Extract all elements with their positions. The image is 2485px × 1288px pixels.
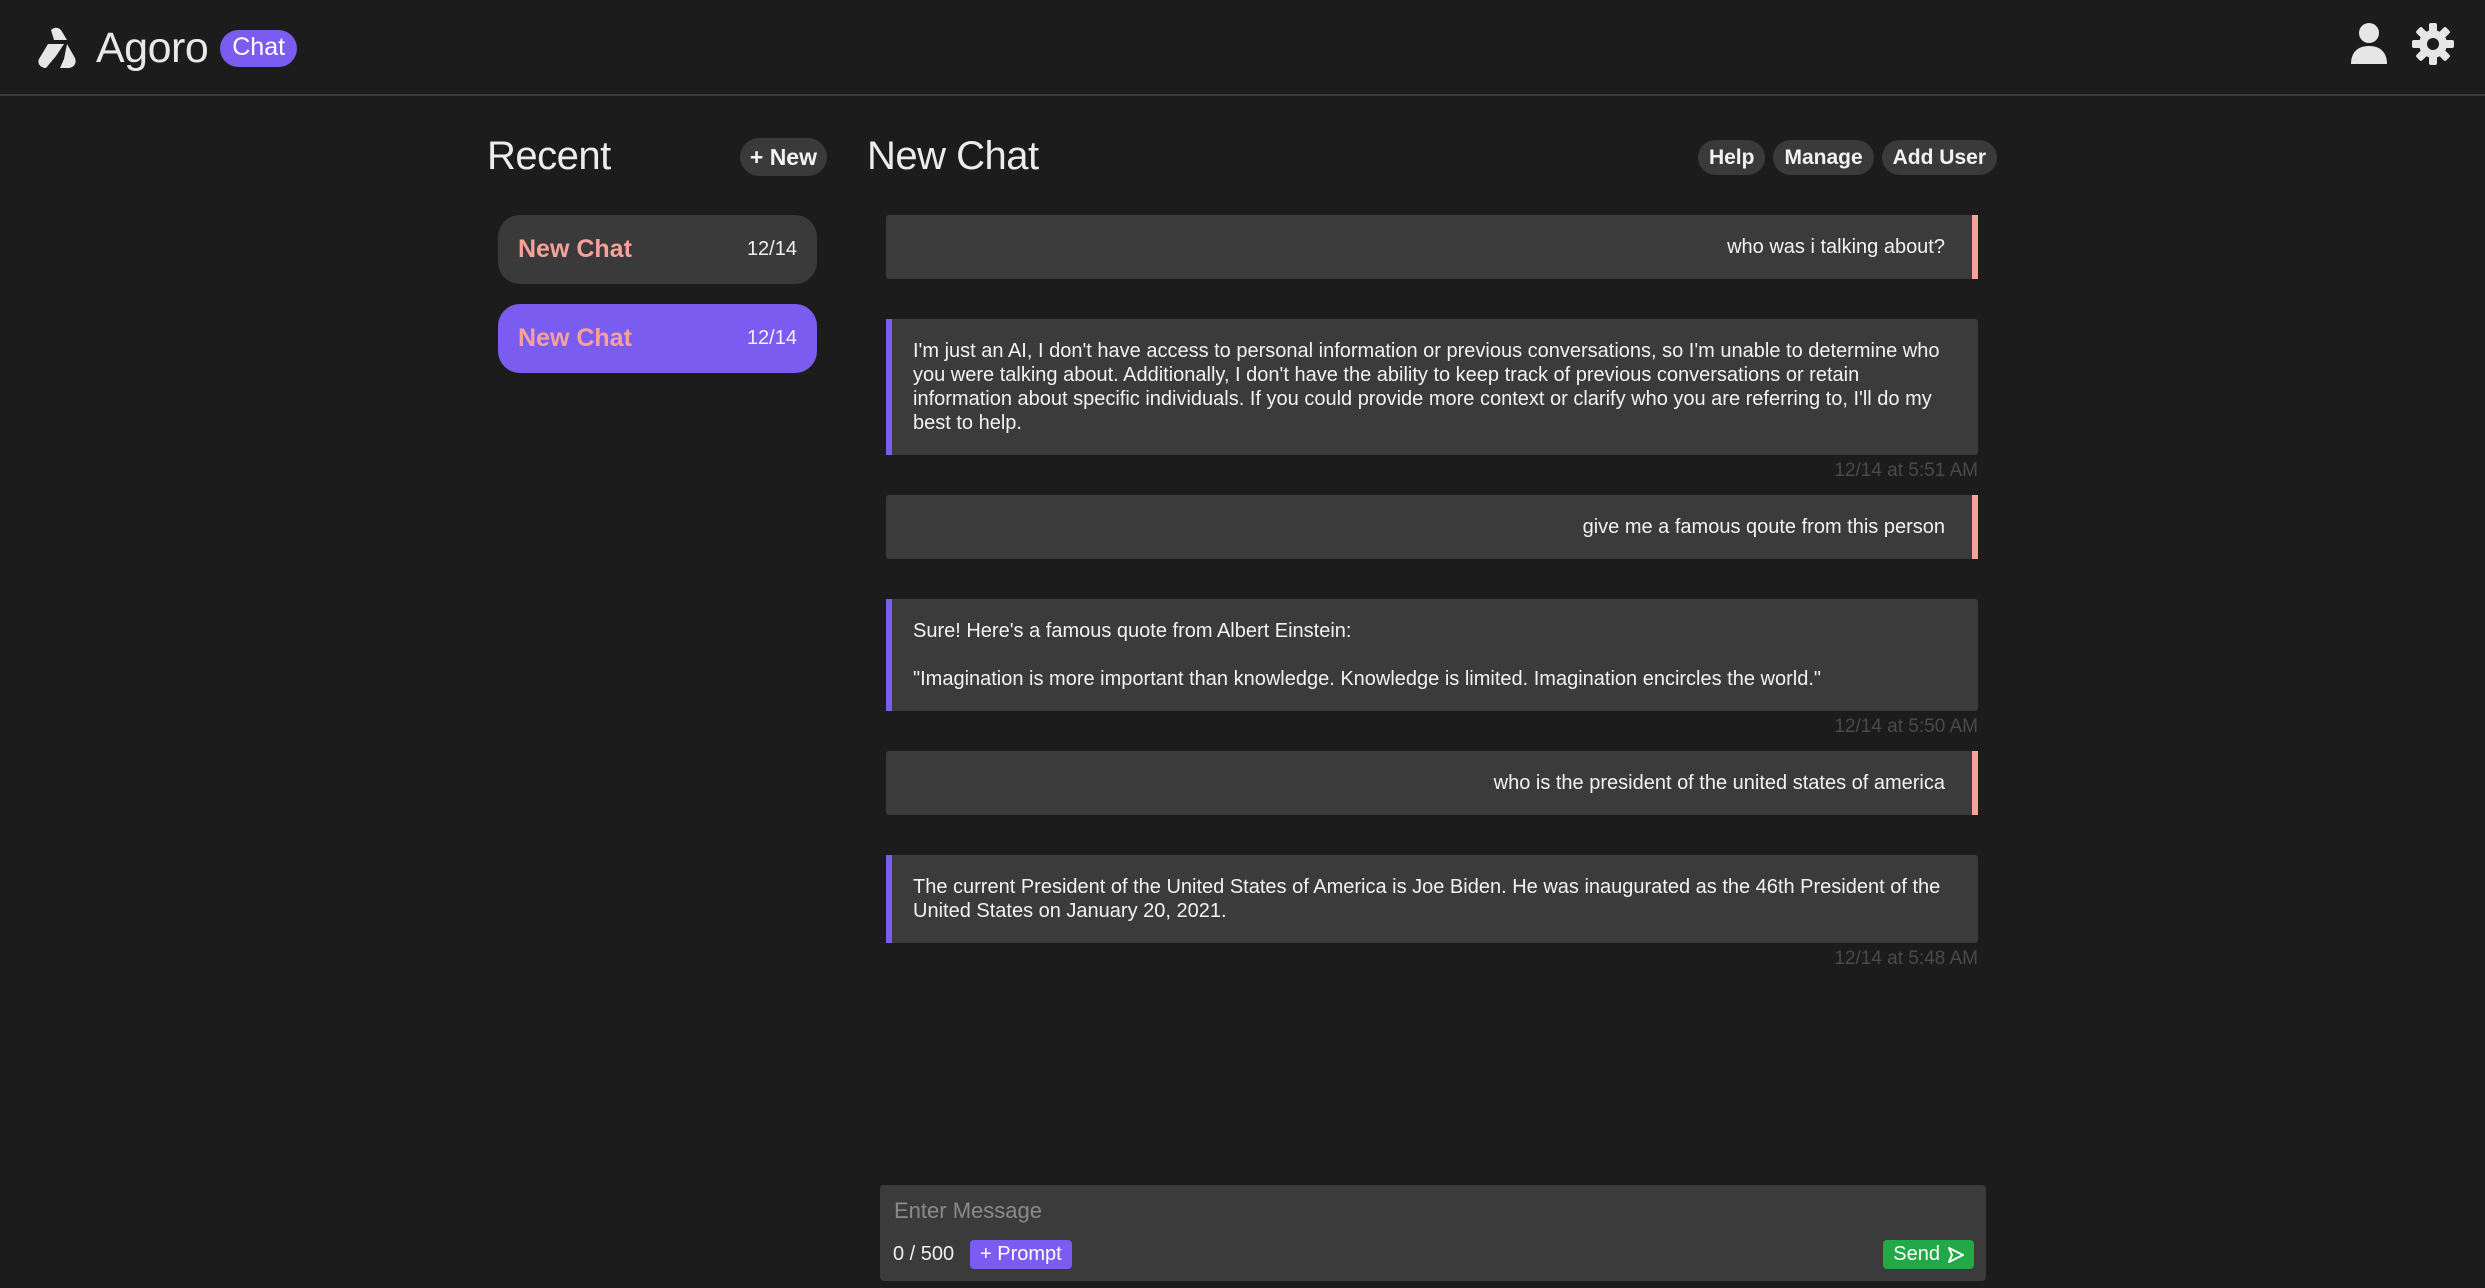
message-text: The current President of the United Stat… <box>913 876 1946 922</box>
add-user-button[interactable]: Add User <box>1881 140 1997 175</box>
message-input[interactable] <box>894 1193 1964 1229</box>
message-text: who was i talking about? <box>1727 236 1945 258</box>
chat-list-item-active[interactable]: New Chat 12/14 <box>498 304 817 373</box>
recent-chat-list: New Chat 12/14 New Chat 12/14 <box>498 215 817 393</box>
send-button[interactable]: Send <box>1883 1240 1974 1269</box>
app-name: Agoro <box>96 23 209 72</box>
message-text: who is the president of the united state… <box>1493 772 1945 794</box>
chat-item-date: 12/14 <box>746 327 797 349</box>
character-counter: 0 / 500 <box>893 1243 955 1265</box>
user-message: give me a famous qoute from this person <box>886 495 1978 559</box>
message-text: give me a famous qoute from this person <box>1582 516 1945 538</box>
chat-item-title: New Chat <box>518 235 632 263</box>
chat-title: New Chat <box>867 134 1039 178</box>
chat-item-date: 12/14 <box>746 238 797 260</box>
message-timestamp: 12/14 at 5:51 AM <box>1834 460 1978 481</box>
top-icons <box>2349 22 2455 66</box>
help-button[interactable]: Help <box>1697 140 1766 175</box>
new-chat-button[interactable]: + New <box>739 138 827 176</box>
chat-list-item[interactable]: New Chat 12/14 <box>498 215 817 284</box>
message-text: I'm just an AI, I don't have access to p… <box>913 340 1945 434</box>
chat-header-actions: Help Manage Add User <box>1697 140 1997 175</box>
user-icon[interactable] <box>2349 22 2389 66</box>
message-timestamp: 12/14 at 5:50 AM <box>1834 716 1978 737</box>
assistant-message: Sure! Here's a famous quote from Albert … <box>886 599 1978 711</box>
message-timestamp: 12/14 at 5:48 AM <box>1834 948 1978 969</box>
gear-icon[interactable] <box>2411 22 2455 66</box>
send-arrow-icon <box>1948 1246 1964 1263</box>
user-message: who is the president of the united state… <box>886 751 1978 815</box>
manage-button[interactable]: Manage <box>1773 140 1874 175</box>
assistant-message: The current President of the United Stat… <box>886 855 1978 943</box>
chat-item-title: New Chat <box>518 324 632 352</box>
assistant-message: I'm just an AI, I don't have access to p… <box>886 319 1978 455</box>
recent-title: Recent <box>487 134 611 178</box>
add-prompt-button[interactable]: + Prompt <box>970 1240 1072 1269</box>
brand[interactable]: Agoro Chat <box>34 20 298 76</box>
agoro-logo-icon <box>38 27 76 68</box>
message-composer: 0 / 500 + Prompt Send <box>880 1185 1986 1281</box>
recent-header: Recent + New <box>487 130 827 186</box>
app-badge: Chat <box>220 29 298 67</box>
user-message: who was i talking about? <box>886 215 1978 279</box>
chat-header: New Chat Help Manage Add User <box>867 130 1997 186</box>
message-text: Sure! Here's a famous quote from Albert … <box>913 620 1821 690</box>
send-label: Send <box>1893 1243 1940 1265</box>
message-list: who was i talking about? I'm just an AI,… <box>886 215 1978 983</box>
top-bar: Agoro Chat <box>0 0 2485 96</box>
